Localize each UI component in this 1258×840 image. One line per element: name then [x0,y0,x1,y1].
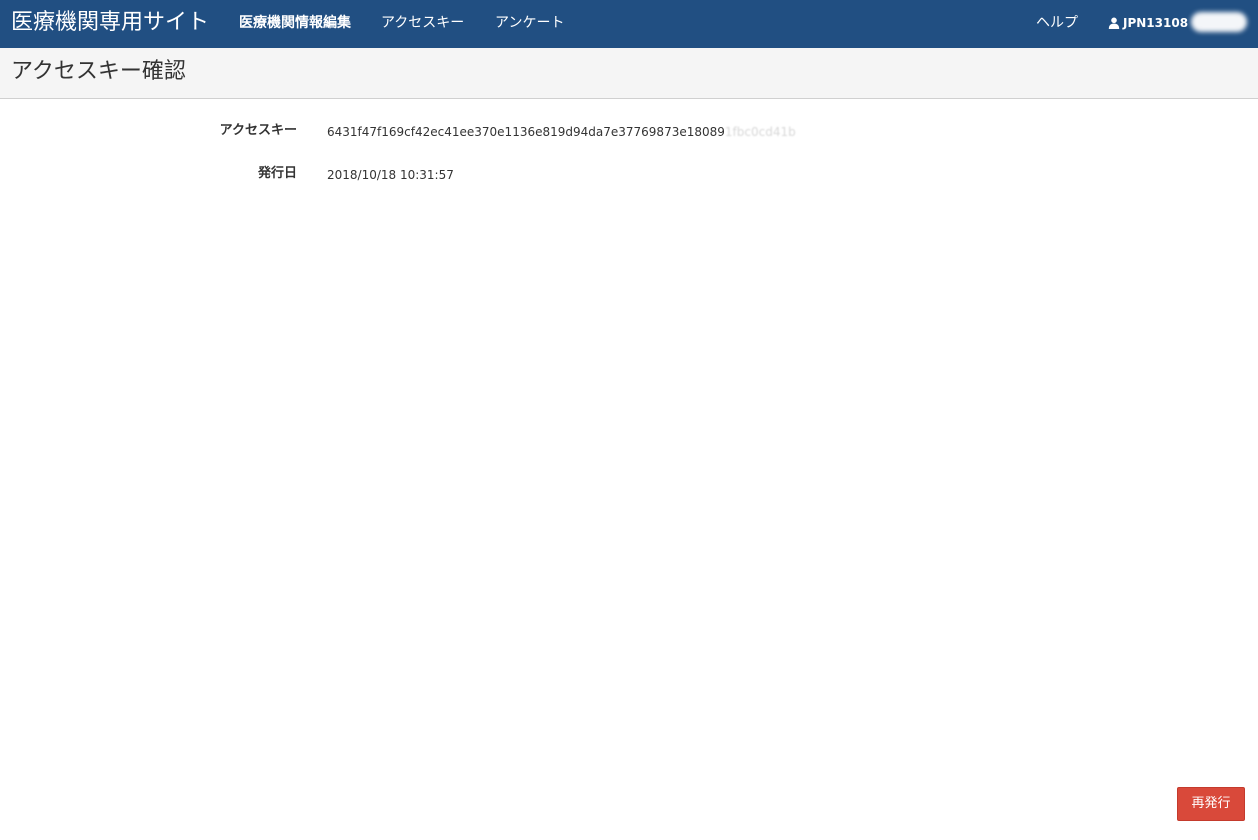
issue-date-value: 2018/10/18 10:31:57 [327,168,454,182]
access-key-value: 6431f47f169cf42ec41ee370e1136e819d94da7e… [327,123,796,141]
user-icon [1108,17,1120,29]
redaction-blur [1191,12,1247,32]
access-key-masked: 1fbc0cd41b [724,125,796,139]
nav-access-key[interactable]: アクセスキー [381,14,464,32]
reissue-button[interactable]: 再発行 [1177,787,1245,821]
top-navbar: 医療機関専用サイト 医療機関情報編集 アクセスキー アンケート ヘルプ JPN1… [0,0,1258,48]
nav-survey[interactable]: アンケート [495,14,564,32]
nav-help[interactable]: ヘルプ [1036,14,1078,32]
access-key-visible: 6431f47f169cf42ec41ee370e1136e819d94da7e… [327,125,725,139]
nav-edit-info[interactable]: 医療機関情報編集 [239,14,351,32]
access-key-label: アクセスキー [219,123,297,138]
issue-date-label: 発行日 [257,166,297,181]
user-id-wrap: JPN13108 [1123,12,1247,32]
page-title: アクセスキー確認 [11,59,186,84]
user-id: JPN13108 [1123,16,1189,30]
user-menu[interactable]: JPN13108 [1108,12,1247,32]
page-title-bar: アクセスキー確認 [0,48,1258,99]
site-brand[interactable]: 医療機関専用サイト [11,8,209,38]
